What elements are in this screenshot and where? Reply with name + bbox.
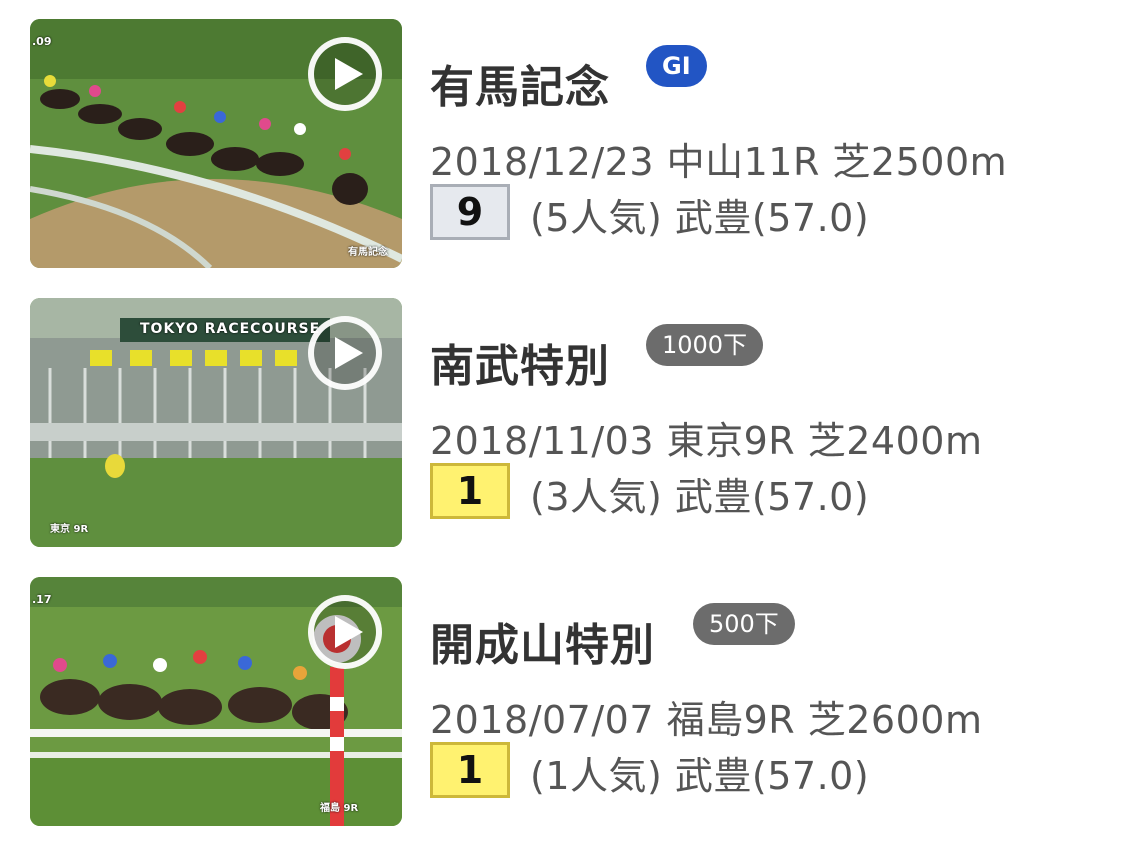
finish-rank-badge: 9 (430, 184, 510, 240)
race-result: (5人気) 武豊(57.0) (530, 196, 870, 240)
play-icon (335, 616, 363, 648)
race-label-overlay: 福島 9R (320, 803, 359, 814)
race-meta: 2018/11/03 東京9R 芝2400m (430, 419, 983, 463)
race-label-overlay: 東京 9R (50, 524, 89, 535)
race-result: (3人気) 武豊(57.0) (530, 475, 870, 519)
list-item[interactable]: .09 有馬記念 有馬記念 GI 2018/12/23 中山11R 芝2500m… (0, 19, 1145, 269)
race-name: 開成山特別 (430, 620, 655, 671)
race-history-list: .09 有馬記念 有馬記念 GI 2018/12/23 中山11R 芝2500m… (0, 0, 1145, 848)
play-icon (335, 337, 363, 369)
race-info: 開成山特別 500下 2018/07/07 福島9R 芝2600m 1 (1人気… (430, 577, 1130, 826)
class-badge: 1000下 (646, 324, 764, 366)
play-icon (335, 58, 363, 90)
list-item[interactable]: .17 福島 9R 開成山特別 500下 2018/07/07 福島9R 芝26… (0, 577, 1145, 827)
finish-rank-badge: 1 (430, 742, 510, 798)
video-thumbnail[interactable]: TOKYO RACECOURSE 東京 9R (30, 298, 402, 547)
race-meta: 2018/07/07 福島9R 芝2600m (430, 698, 983, 742)
race-meta: 2018/12/23 中山11R 芝2500m (430, 140, 1008, 184)
race-name: 南武特別 (430, 341, 610, 392)
timestamp-overlay: .09 (32, 35, 52, 48)
class-badge: 500下 (693, 603, 795, 645)
video-thumbnail[interactable]: .17 福島 9R (30, 577, 402, 826)
race-label-overlay: 有馬記念 (348, 247, 388, 258)
list-item[interactable]: TOKYO RACECOURSE 東京 9R 南武特別 1000下 2018/1… (0, 298, 1145, 548)
play-button[interactable] (308, 595, 382, 669)
race-info: 南武特別 1000下 2018/11/03 東京9R 芝2400m 1 (3人気… (430, 298, 1130, 547)
finish-rank-badge: 1 (430, 463, 510, 519)
play-button[interactable] (308, 316, 382, 390)
race-info: 有馬記念 GI 2018/12/23 中山11R 芝2500m 9 (5人気) … (430, 19, 1130, 268)
race-result: (1人気) 武豊(57.0) (530, 754, 870, 798)
timestamp-overlay: .17 (32, 593, 52, 606)
race-name: 有馬記念 (430, 62, 610, 113)
grade-badge: GI (646, 45, 707, 87)
play-button[interactable] (308, 37, 382, 111)
venue-banner: TOKYO RACECOURSE (140, 321, 321, 337)
video-thumbnail[interactable]: .09 有馬記念 (30, 19, 402, 268)
